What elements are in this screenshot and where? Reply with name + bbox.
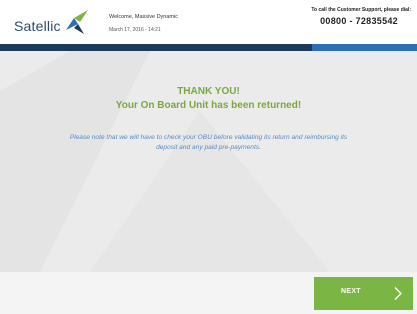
- chevron-right-icon: [394, 287, 402, 300]
- next-button[interactable]: NEXT: [314, 277, 413, 310]
- brand-stripe-accent: [312, 44, 417, 51]
- brand-stripe-main: [0, 44, 312, 51]
- header: Satellic Welcome, Massive Dynamic March …: [0, 0, 417, 44]
- obu-check-message: Please note that we will have to check y…: [69, 134, 348, 151]
- background-decoration: [0, 51, 330, 272]
- welcome-text: Welcome, Massive Dynamic: [109, 14, 178, 20]
- main-content: THANK YOU! Your On Board Unit has been r…: [0, 51, 417, 272]
- next-button-label: NEXT: [341, 288, 361, 295]
- satellic-logo: Satellic: [14, 8, 104, 38]
- obu-returned-heading: Your On Board Unit has been returned!: [115, 100, 302, 111]
- support-label: To call the Customer Support, please dia…: [311, 7, 411, 13]
- logo-text: Satellic: [14, 18, 61, 34]
- date-time: March 17, 2016 - 14:21: [109, 27, 161, 33]
- brand-stripe: [0, 44, 417, 51]
- thank-you-heading: THANK YOU!: [177, 86, 240, 97]
- support-phone-number: 00800 - 72835542: [320, 16, 398, 26]
- satellic-logo-icon: [66, 10, 88, 34]
